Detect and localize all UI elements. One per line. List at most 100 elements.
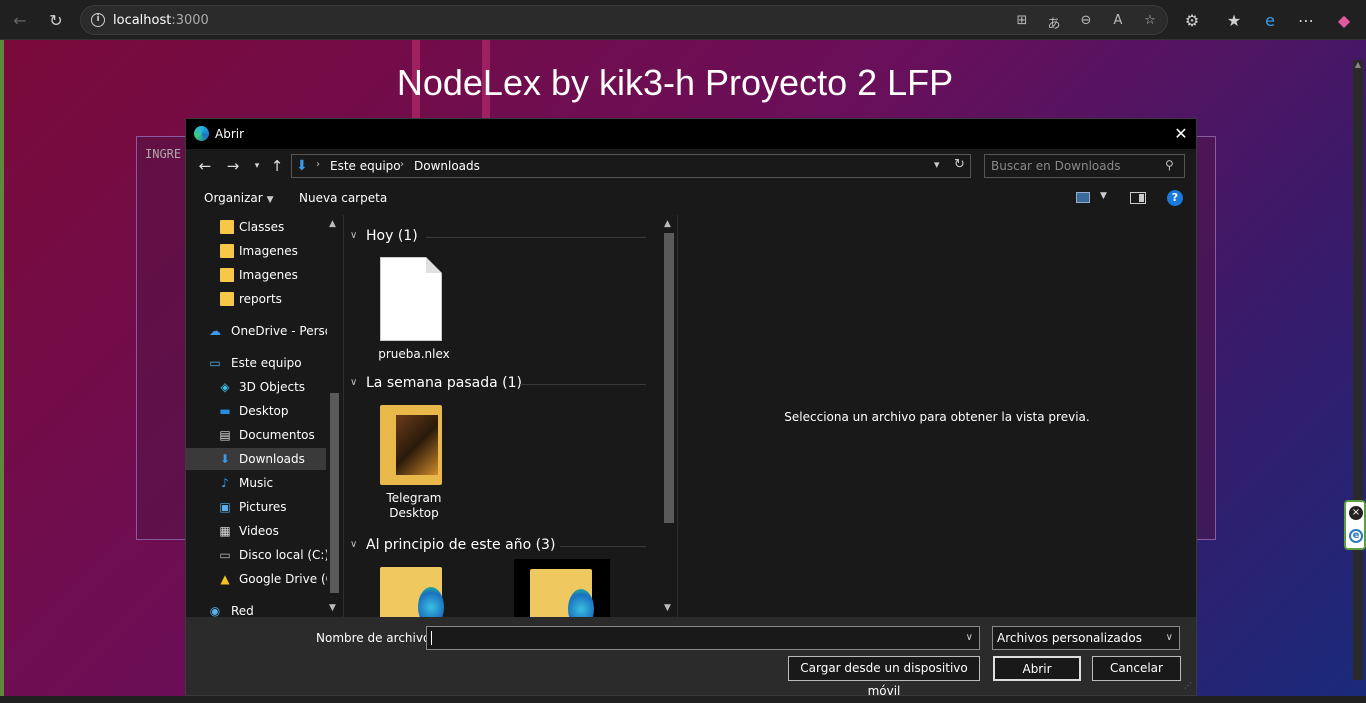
side-widget[interactable]: × e	[1344, 500, 1366, 550]
extensions-icon[interactable]: ⚙	[1180, 8, 1204, 32]
preview-pane: Selecciona un archivo para obtener la vi…	[678, 215, 1196, 617]
address-bar[interactable]: i localhost:3000 ⊞ あ ⊖ A ☆	[80, 5, 1168, 35]
close-widget-icon[interactable]: ×	[1349, 506, 1363, 520]
file-list-scrollbar[interactable]: ▲ ▼	[660, 215, 678, 617]
site-info-icon[interactable]: i	[91, 13, 105, 27]
computer-icon: ▭	[209, 356, 221, 370]
nav-item-desktop[interactable]: ▬ Desktop	[186, 400, 326, 422]
filename-label: Nombre de archivo:	[316, 631, 435, 645]
chevron-down-icon[interactable]: ▾	[934, 158, 940, 171]
folder-item[interactable]	[514, 559, 610, 617]
nav-item-classes[interactable]: Classes	[186, 216, 326, 238]
folder-item[interactable]	[366, 567, 462, 617]
scroll-thumb[interactable]	[664, 233, 674, 523]
folder-icon	[220, 220, 234, 234]
nav-item-documentos[interactable]: ▤ Documentos	[186, 424, 326, 446]
open-button[interactable]: Abrir	[993, 656, 1081, 681]
dialog-titlebar: Abrir ✕	[186, 119, 1196, 149]
url-text[interactable]: localhost:3000	[113, 13, 209, 28]
nav-item-este-equipo[interactable]: ▭ Este equipo	[186, 352, 326, 374]
chevron-right-icon[interactable]: ›	[400, 159, 404, 170]
edge-icon[interactable]: e	[1258, 8, 1282, 32]
filetype-select[interactable]: Archivos personalizados ∨	[992, 626, 1180, 650]
page-scrollbar[interactable]: ▲	[1353, 60, 1363, 680]
nav-item-imagenes[interactable]: Imagenes	[186, 240, 326, 262]
favorites-icon[interactable]: ★	[1222, 8, 1246, 32]
recent-locations-icon[interactable]: ▾	[248, 157, 266, 175]
open-file-dialog: Abrir ✕ ← → ▾ ↑ ⬇ › Este equipo › Downlo…	[185, 118, 1197, 698]
desktop-icon: ▬	[219, 404, 231, 418]
documents-icon: ▤	[219, 428, 231, 442]
chevron-down-icon[interactable]: ∨	[1166, 632, 1173, 643]
new-folder-button[interactable]: Nueva carpeta	[299, 191, 387, 205]
nav-item-red[interactable]: ◉ Red	[186, 600, 326, 617]
search-box[interactable]: ⚲	[984, 154, 1185, 178]
back-icon[interactable]: ←	[8, 8, 32, 32]
nav-item-3d-objects[interactable]: ◈ 3D Objects	[186, 376, 326, 398]
read-aloud-icon[interactable]: A	[1109, 13, 1127, 29]
copilot-icon[interactable]: ◆	[1332, 8, 1356, 32]
read-aloud-translate-icon[interactable]: あ	[1045, 13, 1063, 32]
google-drive-icon: ▲	[220, 572, 230, 586]
nav-item-downloads[interactable]: ⬇ Downloads	[186, 448, 326, 470]
folder-icon	[220, 244, 234, 258]
scroll-thumb[interactable]	[330, 393, 339, 593]
scroll-up-icon: ▲	[664, 219, 671, 229]
chevron-down-icon[interactable]: ∨	[966, 632, 973, 643]
search-icon[interactable]: ⚲	[1165, 158, 1174, 172]
load-from-mobile-button[interactable]: Cargar desde un dispositivo móvil	[788, 656, 980, 698]
cancel-button[interactable]: Cancelar	[1092, 656, 1181, 681]
drive-icon: ▭	[219, 548, 231, 562]
nav-scrollbar[interactable]: ▲ ▼	[327, 215, 342, 617]
refresh-icon[interactable]: ↻	[954, 157, 965, 172]
music-icon: ♪	[221, 476, 229, 490]
editor-placeholder: INGRE	[145, 147, 182, 161]
scroll-down-icon: ▼	[329, 603, 336, 613]
breadcrumb[interactable]: ⬇ › Este equipo › Downloads ▾ ↻	[291, 154, 971, 178]
videos-icon: ▦	[219, 524, 231, 538]
favorite-star-icon[interactable]: ☆	[1141, 13, 1159, 29]
nav-item-music[interactable]: ♪ Music	[186, 472, 326, 494]
search-input[interactable]	[991, 158, 1161, 174]
dialog-toolbar: Organizar ▼ Nueva carpeta ▼ ?	[186, 183, 1196, 215]
edge-widget-icon[interactable]: e	[1349, 529, 1363, 543]
folder-icon	[530, 569, 594, 617]
breadcrumb-downloads[interactable]: Downloads	[414, 159, 480, 173]
scroll-up-icon: ▲	[329, 219, 336, 229]
zoom-out-icon[interactable]: ⊖	[1077, 13, 1095, 29]
nav-item-onedrive[interactable]: ☁ OneDrive - Persor	[186, 320, 337, 342]
chevron-right-icon[interactable]: ›	[316, 159, 320, 170]
apps-icon[interactable]: ⊞	[1013, 13, 1031, 29]
nav-item-pictures[interactable]: ▣ Pictures	[186, 496, 326, 518]
file-item-telegram-desktop[interactable]: Telegram Desktop	[366, 405, 462, 525]
change-view-icon[interactable]	[1076, 192, 1090, 203]
folder-icon	[380, 405, 442, 485]
group-header-semana-pasada[interactable]: ∨ La semana pasada (1)	[350, 372, 650, 396]
nav-item-reports[interactable]: reports	[186, 288, 326, 310]
help-icon[interactable]: ?	[1167, 190, 1183, 206]
group-header-principio-ano[interactable]: ∨ Al principio de este año (3)	[350, 534, 650, 558]
nav-item-videos[interactable]: ▦ Videos	[186, 520, 326, 542]
forward-arrow-icon[interactable]: →	[224, 157, 242, 175]
group-header-hoy[interactable]: ∨ Hoy (1)	[350, 225, 650, 249]
page-title: NodeLex by kik3-h Proyecto 2 LFP	[396, 62, 954, 103]
refresh-icon[interactable]: ↻	[44, 8, 68, 32]
back-arrow-icon[interactable]: ←	[196, 157, 214, 175]
file-list: ∨ Hoy (1) prueba.nlex ∨ La semana pasada…	[344, 215, 664, 617]
close-icon[interactable]: ✕	[1170, 123, 1192, 145]
network-icon: ◉	[209, 604, 221, 617]
breadcrumb-este-equipo[interactable]: Este equipo	[330, 159, 401, 173]
nav-item-google-drive[interactable]: ▲ Google Drive (G:	[186, 568, 339, 590]
organize-button[interactable]: Organizar ▼	[204, 191, 274, 205]
resize-grip-icon[interactable]: ⋰	[1184, 681, 1192, 690]
preview-pane-icon[interactable]	[1130, 192, 1146, 204]
onedrive-icon: ☁	[209, 324, 221, 338]
pictures-icon: ▣	[219, 500, 231, 514]
chevron-down-icon[interactable]: ▼	[1100, 191, 1107, 201]
up-arrow-icon[interactable]: ↑	[268, 157, 286, 175]
file-item-prueba-nlex[interactable]: prueba.nlex	[366, 257, 462, 367]
more-menu-icon[interactable]: ⋯	[1294, 8, 1318, 32]
nav-item-disco-local[interactable]: ▭ Disco local (C:)	[186, 544, 329, 566]
nav-item-imagenes[interactable]: Imagenes	[186, 264, 326, 286]
filename-field[interactable]: ∨	[426, 626, 980, 650]
